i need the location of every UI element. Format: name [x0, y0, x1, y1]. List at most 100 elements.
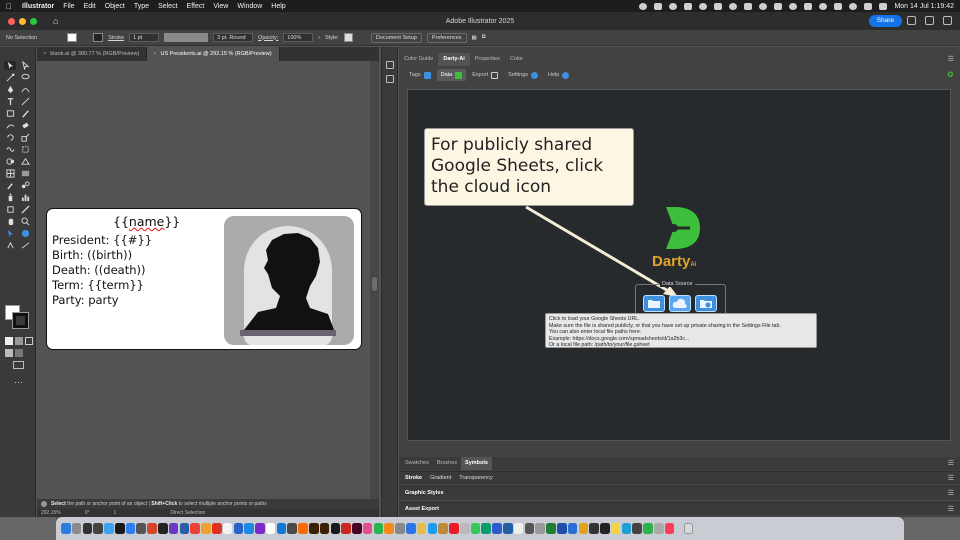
tab-color-guide[interactable]: Color Guide	[399, 53, 438, 66]
app-icon[interactable]	[449, 523, 459, 534]
app-icon[interactable]	[82, 523, 93, 534]
app-icon[interactable]	[298, 523, 308, 534]
vscode-icon[interactable]	[276, 523, 287, 534]
eyedropper-tool-icon[interactable]	[4, 181, 16, 190]
panel-menu-icon[interactable]: ☰	[948, 472, 954, 485]
subtab-tags[interactable]: Tags	[405, 69, 435, 81]
search-icon[interactable]	[864, 2, 873, 10]
app-icon[interactable]	[158, 523, 168, 534]
app-icon[interactable]	[621, 523, 632, 534]
screen-mode-icon[interactable]	[13, 361, 24, 369]
lasso-tool-icon[interactable]	[19, 73, 31, 82]
opacity-label[interactable]: Opacity:	[258, 35, 278, 41]
party-text[interactable]: Party: party	[52, 293, 119, 307]
app-icon[interactable]	[244, 523, 254, 534]
battery-icon[interactable]	[834, 2, 843, 10]
apple-icon[interactable]: 	[6, 2, 12, 11]
facetime-icon[interactable]	[643, 523, 653, 534]
magic-wand-tool-icon[interactable]	[4, 73, 16, 82]
app-icon[interactable]	[125, 523, 136, 534]
brush-definition-select[interactable]: 3 pt. Round	[213, 33, 254, 42]
home-icon[interactable]: ⌂	[53, 16, 63, 26]
clock[interactable]: Mon 14 Jul 1:19:42	[894, 3, 954, 10]
stroke-swatch[interactable]	[93, 33, 104, 42]
menu-type[interactable]: Type	[134, 3, 149, 10]
terminal-icon[interactable]	[600, 523, 610, 534]
menu-edit[interactable]: Edit	[84, 3, 96, 10]
control-center-icon[interactable]	[879, 2, 888, 10]
tab-graphic-styles[interactable]: Graphic Styles	[405, 487, 444, 499]
app-icon[interactable]	[373, 523, 384, 534]
panel-menu-icon[interactable]: ☰	[948, 503, 954, 516]
app-icon[interactable]	[406, 523, 416, 534]
app-icon[interactable]	[384, 523, 395, 534]
app-icon[interactable]	[255, 523, 265, 534]
app-icon[interactable]	[222, 523, 233, 534]
type-tool-icon[interactable]	[4, 97, 16, 106]
perspective-grid-tool-icon[interactable]	[19, 157, 31, 166]
none-mode-icon[interactable]	[25, 337, 33, 345]
tab-color[interactable]: Color	[505, 53, 528, 66]
panel-menu-icon[interactable]: ☰	[948, 459, 954, 467]
tab-darty-ai[interactable]: Darty-Ai	[438, 53, 470, 66]
app-icon[interactable]	[567, 523, 578, 534]
layers-icon[interactable]	[386, 61, 394, 69]
app-icon[interactable]	[513, 523, 524, 534]
status-icon[interactable]	[684, 2, 693, 10]
wifi-icon[interactable]	[849, 2, 858, 10]
menu-object[interactable]: Object	[105, 3, 125, 10]
app-icon[interactable]	[524, 523, 535, 534]
fill-stroke-widget[interactable]	[5, 305, 31, 331]
selection-tool-icon[interactable]	[4, 61, 16, 70]
status-icon[interactable]	[699, 2, 708, 10]
libraries-icon[interactable]	[386, 75, 394, 83]
tab-properties[interactable]: Properties	[470, 53, 505, 66]
status-icon[interactable]	[774, 2, 783, 10]
transform-icon[interactable]: ⧉	[482, 34, 486, 41]
gradient-mode-icon[interactable]	[15, 337, 23, 345]
app-icon[interactable]	[459, 523, 470, 534]
opacity-input[interactable]: 100%	[283, 33, 314, 42]
app-icon[interactable]	[168, 523, 179, 534]
menu-effect[interactable]: Effect	[187, 3, 205, 10]
workspace-icon[interactable]	[943, 16, 952, 25]
tab-brushes[interactable]: Brushes	[433, 457, 461, 470]
chrome-icon[interactable]	[190, 523, 200, 534]
zoom-tool-icon[interactable]	[19, 217, 31, 226]
app-icon[interactable]	[147, 523, 157, 534]
minimize-window-button[interactable]	[19, 17, 26, 25]
app-icon[interactable]	[330, 523, 341, 534]
acrobat-icon[interactable]	[211, 523, 222, 534]
term-text[interactable]: Term: {{term}}	[52, 278, 144, 292]
stroke-weight-input[interactable]: 1 pt	[129, 33, 160, 42]
direct-selection-tool-icon[interactable]	[19, 61, 31, 70]
app-icon[interactable]	[265, 523, 276, 534]
column-graph-tool-icon[interactable]	[19, 193, 31, 202]
menu-help[interactable]: Help	[271, 3, 285, 10]
shaper-tool-icon[interactable]	[4, 121, 16, 130]
panel-menu-icon[interactable]: ☰	[948, 55, 954, 63]
subtab-data[interactable]: Data	[436, 69, 467, 81]
eraser-tool-icon[interactable]	[19, 121, 31, 130]
app-icon[interactable]	[427, 523, 438, 534]
artboard[interactable]: {{name}} President: {{#}} Birth: ((birth…	[46, 208, 362, 350]
app-icon[interactable]	[287, 523, 297, 534]
share-button[interactable]: Share	[868, 15, 902, 27]
preferences-button[interactable]: Preferences	[426, 32, 467, 43]
tab-stroke[interactable]: Stroke	[405, 472, 422, 484]
app-icon[interactable]	[492, 523, 502, 534]
illustrator-icon[interactable]	[308, 523, 319, 534]
draw-mode-icon[interactable]	[5, 349, 13, 357]
stroke-color-swatch[interactable]	[12, 312, 29, 329]
artboard-tool-icon[interactable]	[4, 205, 16, 214]
status-icon[interactable]	[669, 2, 678, 10]
menu-select[interactable]: Select	[158, 3, 177, 10]
warp-tool-icon[interactable]	[4, 145, 16, 154]
tab-blank-document[interactable]: × blank.ai @ 380.77 % (RGB/Preview)	[37, 47, 148, 61]
symbol-sprayer-tool-icon[interactable]	[4, 193, 16, 202]
app-icon[interactable]	[503, 523, 513, 534]
status-icon[interactable]	[789, 2, 798, 10]
indesign-icon[interactable]	[352, 523, 362, 534]
app-icon[interactable]	[233, 523, 244, 534]
close-tab-icon[interactable]: ×	[153, 51, 156, 57]
